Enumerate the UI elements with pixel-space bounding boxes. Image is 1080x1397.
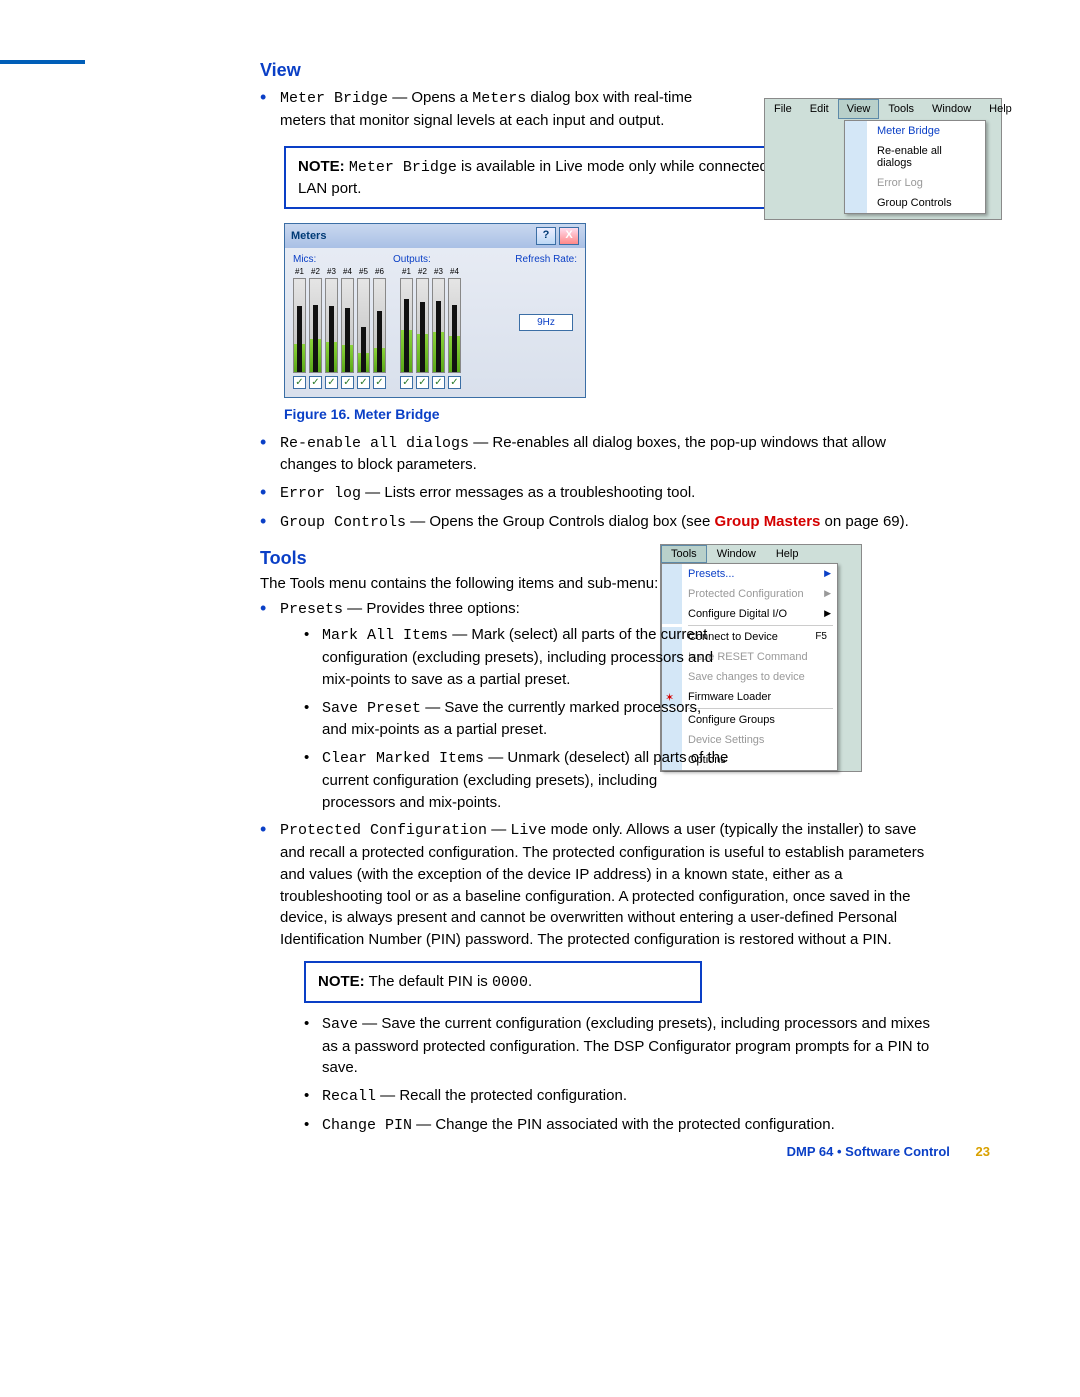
meter-checkbox[interactable]: ✓ [416,376,429,389]
tools-menubar: Tools Window Help [661,545,861,563]
view-dropdown: Meter Bridge Re-enable all dialogs Error… [844,120,986,214]
term-meter-bridge: Meter Bridge [280,90,388,107]
meter-ticks: #1#2#3#4#5#6#1#2#3#4 [293,267,577,276]
meters-title: Meters [291,230,326,242]
bullet-presets: Presets — Provides three options: Mark A… [260,598,940,814]
tools-menuitem[interactable]: Presets...▶ [662,564,837,584]
menuitem-group-controls[interactable]: Group Controls [845,193,985,213]
refresh-value: 9Hz [519,314,573,331]
link-group-masters[interactable]: Group Masters [715,513,821,530]
menu-window-2[interactable]: Window [707,545,766,563]
view-heading: View [260,60,940,81]
meter-checkbox[interactable]: ✓ [373,376,386,389]
sub-save: Save Preset — Save the currently marked … [304,697,730,742]
figure-caption: Figure 16. Meter Bridge [284,406,940,422]
meters-titlebar: Meters ? X [285,224,585,248]
close-icon[interactable]: X [559,227,579,245]
sub-mark: Mark All Items — Mark (select) all parts… [304,624,730,690]
meter-checks: ✓✓✓✓✓✓✓✓✓✓ [293,376,577,389]
bullet-groupcontrols: Group Controls — Opens the Group Control… [260,511,940,534]
menuitem-reenable[interactable]: Re-enable all dialogs [845,141,985,173]
meter-checkbox[interactable]: ✓ [293,376,306,389]
bullet-errorlog: Error log — Lists error messages as a tr… [260,482,940,505]
outputs-label: Outputs: [393,254,463,265]
sub-changepin: Change PIN — Change the PIN associated w… [304,1114,940,1137]
sub-clear: Clear Marked Items — Unmark (deselect) a… [304,747,730,813]
sub-save-cfg: Save — Save the current configuration (e… [304,1013,940,1079]
bullet-reenable: Re-enable all dialogs — Re-enables all d… [260,432,940,477]
meter-checkbox[interactable]: ✓ [400,376,413,389]
meter-checkbox[interactable]: ✓ [432,376,445,389]
sub-recall: Recall — Recall the protected configurat… [304,1085,940,1108]
footer-text: DMP 64 • Software Control [787,1144,950,1159]
meter-checkbox[interactable]: ✓ [357,376,370,389]
meter-checkbox[interactable]: ✓ [309,376,322,389]
menu-help-2[interactable]: Help [766,545,809,563]
menuitem-error-log[interactable]: Error Log [845,173,985,193]
mics-label: Mics: [293,254,393,265]
help-icon[interactable]: ? [536,227,556,245]
meter-checkbox[interactable]: ✓ [341,376,354,389]
menu-tools-2[interactable]: Tools [661,545,707,563]
note-pin: NOTE: The default PIN is 0000. [304,961,702,1003]
meter-checkbox[interactable]: ✓ [448,376,461,389]
meters-dialog: Meters ? X Mics: Outputs: Refresh Rate: … [284,223,586,398]
meter-checkbox[interactable]: ✓ [325,376,338,389]
footer-page: 23 [976,1144,990,1159]
bullet-protected: Protected Configuration — Live mode only… [260,819,940,1136]
bullet-meter-bridge: Meter Bridge — Opens a Meters dialog box… [260,87,940,132]
menu-help[interactable]: Help [980,99,1021,119]
footer: DMP 64 • Software Control 23 [787,1144,990,1159]
refresh-label: Refresh Rate: [463,254,577,265]
